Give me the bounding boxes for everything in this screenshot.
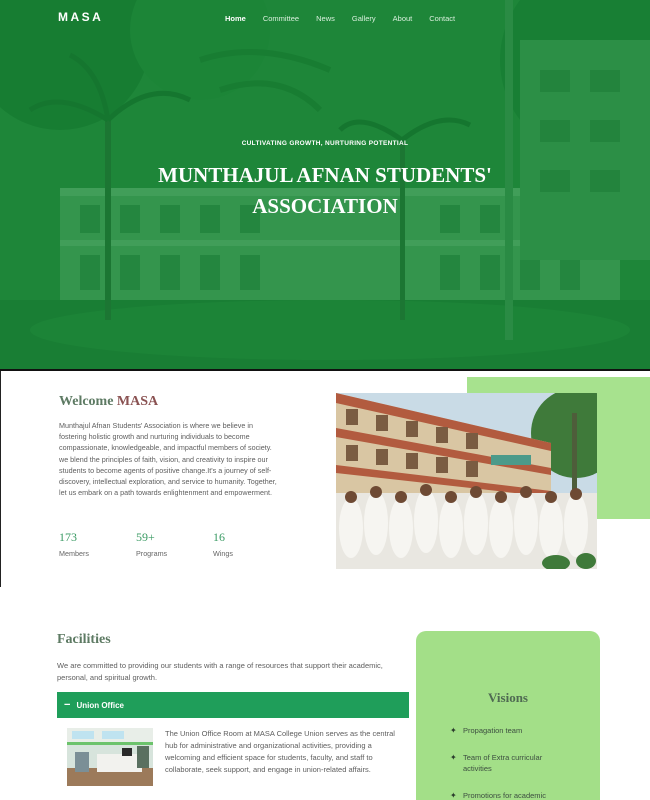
vision-item-label: Promotions for academic — [463, 790, 546, 800]
vision-item-label: Propagation team — [463, 726, 523, 735]
hero-section: MASA Home Committee News Gallery About C… — [0, 0, 650, 371]
facilities-title: Facilities — [57, 632, 111, 647]
nav-link-news[interactable]: News — [316, 14, 335, 23]
welcome-title: Welcome MASA — [59, 394, 158, 410]
visions-list: ✦ Propagation team ✦ Team of Extra curri… — [450, 725, 570, 800]
accordion-union-office-header[interactable]: − Union Office — [57, 692, 409, 718]
nav-link-gallery[interactable]: Gallery — [352, 14, 376, 23]
list-item: ✦ Promotions for academic — [450, 790, 570, 800]
nav-link-committee[interactable]: Committee — [263, 14, 299, 23]
welcome-left-border — [0, 371, 1, 587]
stat-value: 59+ — [136, 530, 155, 544]
stats-row: 173 Members 59+ Programs 16 Wings — [59, 530, 290, 558]
hero-title-line-1: MUNTHAJUL AFNAN STUDENTS' — [158, 163, 492, 187]
union-office-photo — [67, 728, 153, 786]
stat-value: 173 — [59, 530, 77, 544]
sparkle-icon: ✦ — [450, 790, 457, 800]
hero-tagline: CULTIVATING GROWTH, NURTURING POTENTIAL — [241, 140, 409, 147]
students-group-photo — [336, 393, 597, 569]
section-divider — [0, 369, 650, 371]
list-item: ✦ Team of Extra curricular activities — [450, 752, 570, 775]
nav-link-home[interactable]: Home — [225, 14, 246, 23]
stat-label: Members — [59, 549, 89, 558]
list-item: ✦ Propagation team — [450, 725, 570, 737]
accordion-label: Union Office — [76, 700, 124, 710]
stat-label: Wings — [213, 549, 233, 558]
stat-label: Programs — [136, 549, 168, 558]
main-nav: Home Committee News Gallery About Contac… — [225, 14, 472, 23]
stat-members: 173 Members — [59, 530, 136, 558]
union-office-description: The Union Office Room at MASA College Un… — [165, 729, 395, 774]
facilities-intro: We are committed to providing our studen… — [57, 661, 383, 682]
site-logo[interactable]: MASA — [58, 10, 103, 24]
sparkle-icon: ✦ — [450, 726, 457, 735]
welcome-title-accent: MASA — [116, 394, 159, 409]
welcome-description: Munthajul Afnan Students' Association is… — [59, 421, 277, 498]
stat-programs: 59+ Programs — [136, 530, 213, 558]
stat-value: 16 — [213, 530, 225, 544]
vision-item-label: Team of Extra curricular activities — [463, 752, 543, 774]
hero-title-line-2: ASSOCIATION — [252, 194, 398, 218]
stat-wings: 16 Wings — [213, 530, 290, 558]
nav-link-contact[interactable]: Contact — [429, 14, 455, 23]
welcome-title-prefix: Welcome — [59, 394, 117, 409]
nav-link-about[interactable]: About — [393, 14, 413, 23]
hero-title: MUNTHAJUL AFNAN STUDENTS' ASSOCIATION — [0, 160, 650, 222]
visions-title: Visions — [488, 690, 528, 705]
sparkle-icon: ✦ — [450, 752, 457, 762]
minus-icon: − — [64, 698, 71, 711]
